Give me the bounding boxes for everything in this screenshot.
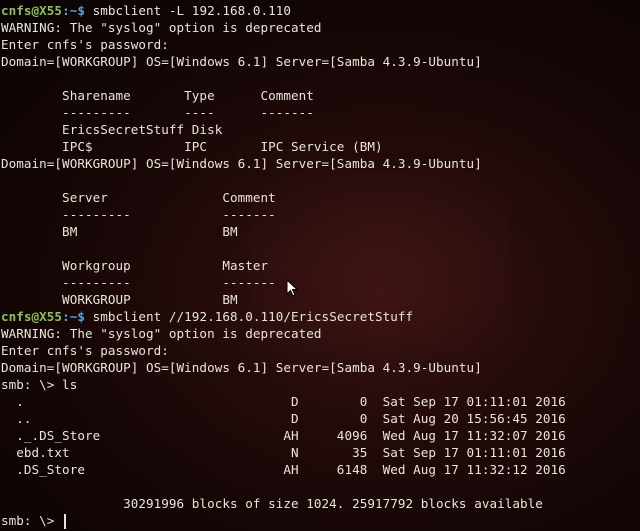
command-line: cnfs@X55:~$ smbclient -L 192.168.0.110 (1, 2, 291, 19)
output-line: .. D 0 Sat Aug 20 15:56:45 2016 (1, 411, 566, 426)
output-line: Domain=[WORKGROUP] OS=[Windows 6.1] Serv… (1, 156, 482, 171)
output-line: 30291996 blocks of size 1024. 25917792 b… (1, 496, 543, 511)
command-line: cnfs@X55:~$ smbclient //192.168.0.110/Er… (1, 308, 413, 325)
text-cursor[interactable] (64, 514, 67, 529)
output-line: IPC$ IPC IPC Service (BM) (1, 139, 383, 154)
output-line: Sharename Type Comment (1, 88, 314, 103)
output-line: Server Comment (1, 190, 276, 205)
output-line: ebd.txt N 35 Sat Sep 17 01:11:01 2016 (1, 445, 566, 460)
output-line: Enter cnfs's password: (1, 37, 169, 52)
mouse-pointer-icon (286, 279, 298, 297)
output-line: --------- ---- ------- (1, 105, 314, 120)
prompt-path: :~$ (62, 309, 93, 324)
smb-prompt: smb: \> (1, 513, 63, 528)
prompt-user: cnfs@X55 (1, 3, 63, 18)
output-line: Workgroup Master (1, 258, 269, 273)
output-line: . D 0 Sat Sep 17 01:11:01 2016 (1, 394, 566, 409)
output-line: BM BM (1, 224, 238, 239)
output-line: WORKGROUP BM (1, 292, 238, 307)
command-text: smbclient //192.168.0.110/EricsSecretStu… (92, 309, 414, 324)
output-line: --------- ------- (1, 275, 276, 290)
output-line: WARNING: The "syslog" option is deprecat… (1, 326, 322, 341)
output-line: Enter cnfs's password: (1, 343, 169, 358)
output-line: smb: \> ls (1, 377, 78, 392)
prompt-user: cnfs@X55 (1, 309, 63, 324)
output-line: ._.DS_Store AH 4096 Wed Aug 17 11:32:07 … (1, 428, 566, 443)
output-line: --------- ------- (1, 207, 276, 222)
output-line: .DS_Store AH 6148 Wed Aug 17 11:32:12 20… (1, 462, 566, 477)
prompt-path: :~$ (62, 3, 93, 18)
command-text: smbclient -L 192.168.0.110 (92, 3, 292, 18)
terminal-window[interactable]: cnfs@X55:~$ smbclient -L 192.168.0.110 WA… (0, 0, 640, 531)
output-line: Domain=[WORKGROUP] OS=[Windows 6.1] Serv… (1, 360, 482, 375)
output-line: Domain=[WORKGROUP] OS=[Windows 6.1] Serv… (1, 54, 482, 69)
output-line: EricsSecretStuff Disk (1, 122, 223, 137)
smb-prompt-line[interactable]: smb: \> (1, 512, 67, 529)
output-line: WARNING: The "syslog" option is deprecat… (1, 20, 322, 35)
